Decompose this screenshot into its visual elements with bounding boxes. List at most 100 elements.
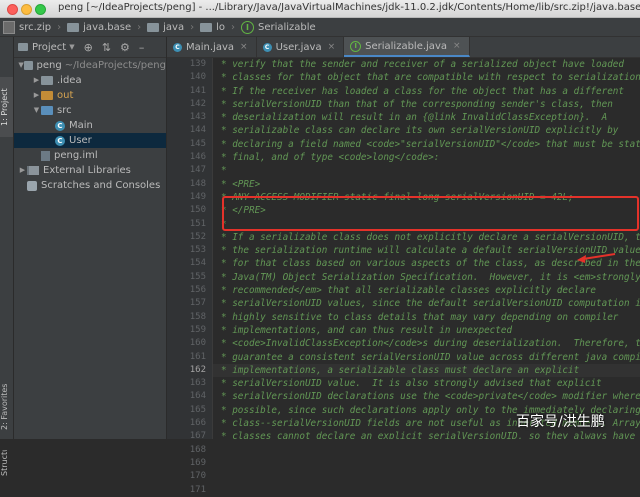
excluded-folder-icon xyxy=(41,91,53,100)
line-number: 157 xyxy=(189,298,206,309)
locate-target-icon[interactable]: ⊕ xyxy=(84,41,93,54)
expand-arrow-icon[interactable]: ▼ xyxy=(32,103,41,118)
dropdown-arrow-icon[interactable]: ▼ xyxy=(69,43,74,51)
breadcrumb-label: Serializable xyxy=(257,21,316,33)
collapse-arrow-icon[interactable]: ▶ xyxy=(32,73,41,88)
close-tab-icon[interactable]: × xyxy=(240,42,248,52)
interface-icon: I xyxy=(240,20,254,34)
code-line: * verify that the sender and receiver of… xyxy=(221,59,624,70)
watermark-text: 百家号/洪生鹏 xyxy=(516,414,605,430)
code-editor[interactable]: * verify that the sender and receiver of… xyxy=(213,58,640,439)
editor-tab[interactable]: I Serializable.java × xyxy=(344,37,470,57)
breadcrumb-label: src.zip xyxy=(19,21,52,33)
breadcrumb-item-src-zip[interactable]: src.zip xyxy=(0,20,54,34)
editor-tab-label: Main.java xyxy=(186,41,235,53)
breadcrumb-item-serializable[interactable]: I Serializable xyxy=(238,20,319,34)
folder-icon xyxy=(41,76,53,85)
project-tool-tab[interactable]: 1: Project xyxy=(0,77,13,137)
code-line: * highly sensitive to class details that… xyxy=(221,311,619,323)
code-line: * classes for that object that are compa… xyxy=(221,72,640,84)
line-number: 148 xyxy=(189,178,206,189)
breadcrumb: src.zip › java.base › java › lo › I Seri… xyxy=(0,18,640,37)
gear-icon[interactable]: ⚙ xyxy=(120,41,130,54)
line-number: 155 xyxy=(189,271,206,282)
tree-item[interactable]: ▶ External Libraries xyxy=(14,163,166,178)
line-number: 153 xyxy=(189,245,206,256)
line-number: 151 xyxy=(189,218,206,229)
window-title: peng [~/IdeaProjects/peng] - .../Library… xyxy=(58,2,640,13)
minimize-window-button[interactable] xyxy=(21,4,32,15)
editor-tab[interactable]: C User.java × xyxy=(257,37,345,57)
breadcrumb-item-io[interactable]: lo xyxy=(197,22,228,33)
favorites-tool-tab[interactable]: 2: Favorites xyxy=(0,377,13,437)
folder-icon xyxy=(24,61,33,70)
tree-item[interactable]: peng.iml xyxy=(14,148,166,163)
project-view-selector[interactable]: Project xyxy=(32,42,66,53)
collapse-arrow-icon[interactable]: ▶ xyxy=(32,88,41,103)
highlight-annotation-box xyxy=(222,196,639,231)
structure-tool-tab[interactable]: Structure xyxy=(0,450,13,476)
tree-item[interactable]: Scratches and Consoles xyxy=(14,178,166,193)
code-line: * serialVersionUID declarations use the … xyxy=(221,391,640,403)
line-number: 168 xyxy=(189,444,206,455)
line-number: 139 xyxy=(189,59,206,69)
breadcrumb-item-java-base[interactable]: java.base xyxy=(64,22,134,33)
tree-item-label: Scratches and Consoles xyxy=(41,180,161,191)
line-number: 169 xyxy=(189,457,206,468)
line-number: 167 xyxy=(189,431,206,442)
code-line: * the serialization runtime will calcula… xyxy=(221,245,640,257)
editor-tab-bar: C Main.java × C User.java × I Serializable.java… xyxy=(167,37,640,58)
code-line: * serialVersionUID value. It is also str… xyxy=(221,378,602,390)
code-line: * guarantee a consistent serialVersionUI… xyxy=(221,351,640,363)
breadcrumb-label: java xyxy=(163,21,185,33)
code-line: * serialVersionUID values, since the def… xyxy=(221,298,640,310)
code-line: * deserialization will result in an {@li… xyxy=(221,112,608,124)
line-number: 165 xyxy=(189,404,206,415)
code-line: * serializable class can declare its own… xyxy=(221,125,619,137)
class-icon: C xyxy=(55,120,65,131)
tree-item-label: Main xyxy=(69,120,93,131)
tree-item[interactable]: ▶ .idea xyxy=(14,73,166,88)
tree-item[interactable]: ▼ src xyxy=(14,103,166,118)
line-number: 164 xyxy=(189,391,206,402)
folder-icon xyxy=(147,22,160,32)
tree-item[interactable]: C Main xyxy=(14,118,166,133)
zoom-window-button[interactable] xyxy=(35,4,46,15)
code-line: * declaring a field named <code>"serialV… xyxy=(221,138,640,150)
collapse-arrow-icon[interactable]: ▶ xyxy=(18,163,27,178)
hide-panel-icon[interactable]: – xyxy=(139,41,145,54)
module-file-icon xyxy=(41,150,50,161)
tree-item-label: src xyxy=(57,105,72,116)
code-line: * Java(TM) Object Serialization Specific… xyxy=(221,271,640,283)
code-line: * final, and of type <code>long</code>: xyxy=(221,152,440,164)
code-line: * implementations, a serializable class … xyxy=(213,363,640,378)
line-number: 156 xyxy=(189,285,206,296)
editor-tab[interactable]: C Main.java × xyxy=(167,37,257,57)
code-line: * If a serializable class does not expli… xyxy=(221,231,640,243)
chevron-right-icon: › xyxy=(190,21,195,33)
line-number: 144 xyxy=(189,125,206,136)
line-number: 159 xyxy=(189,324,206,335)
tree-item[interactable]: ▶ out xyxy=(14,88,166,103)
tree-item-label: out xyxy=(57,90,74,101)
collapse-all-icon[interactable]: ⇅ xyxy=(102,41,111,54)
chevron-right-icon: › xyxy=(230,21,235,33)
tree-item[interactable]: ▼ peng ~/IdeaProjects/peng xyxy=(14,58,166,73)
line-number: 166 xyxy=(189,418,206,429)
line-number: 149 xyxy=(189,191,206,202)
tree-item-label: peng.iml xyxy=(54,150,98,161)
line-number: 170 xyxy=(189,471,206,482)
close-tab-icon[interactable]: × xyxy=(453,41,461,51)
code-line: * If the receiver has loaded a class for… xyxy=(221,85,624,97)
close-tab-icon[interactable]: × xyxy=(328,42,336,52)
breadcrumb-item-java[interactable]: java xyxy=(144,22,187,33)
arrow-annotation-icon xyxy=(577,253,616,263)
project-view-icon xyxy=(18,43,28,51)
line-number: 142 xyxy=(189,98,206,109)
chevron-right-icon: › xyxy=(137,21,142,33)
line-number: 154 xyxy=(189,258,206,269)
tree-item[interactable]: C User xyxy=(14,133,166,148)
close-window-button[interactable] xyxy=(7,4,18,15)
class-icon: C xyxy=(173,42,182,52)
library-icon xyxy=(27,166,39,175)
